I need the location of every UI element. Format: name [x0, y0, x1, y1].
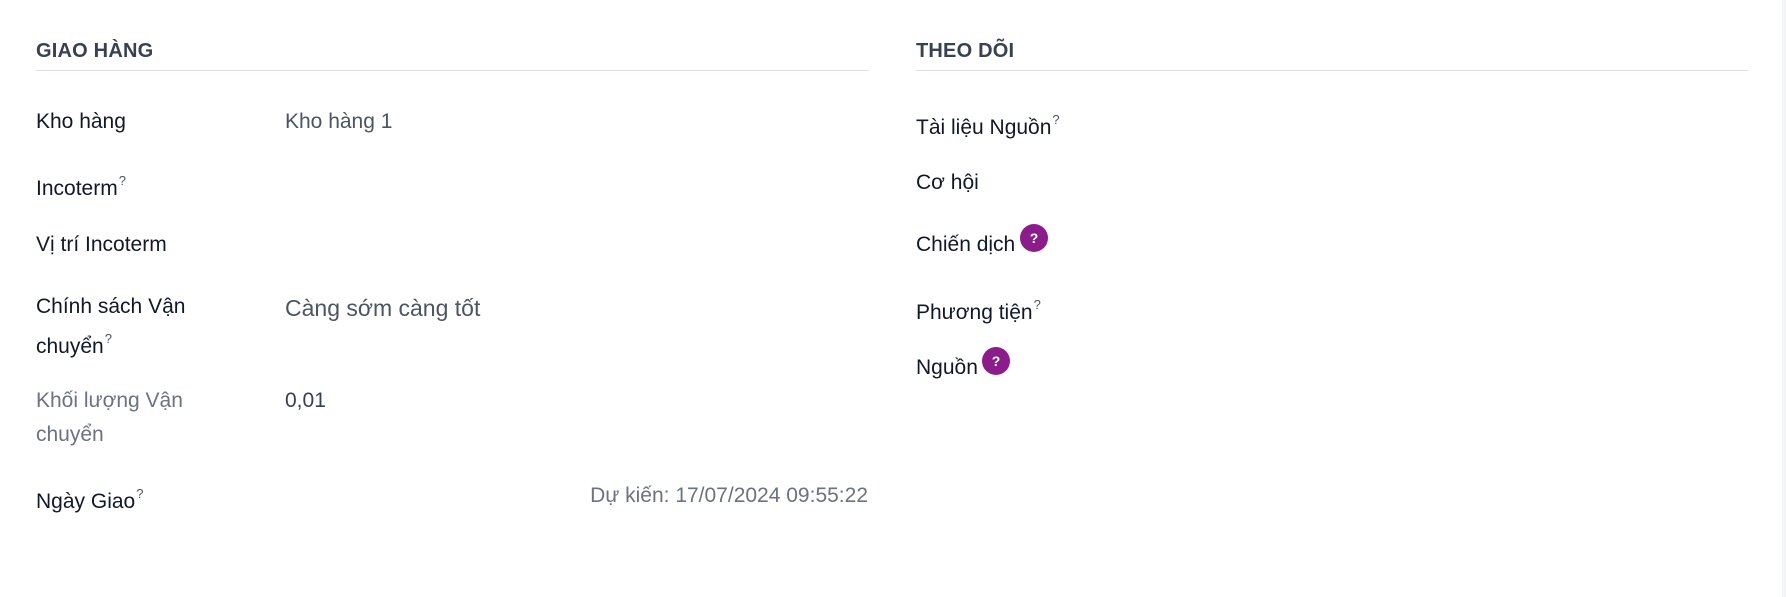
campaign-label: Chiến dịch	[916, 233, 1016, 256]
campaign-field[interactable]	[1165, 228, 1745, 262]
incoterm-location-field[interactable]	[285, 228, 865, 262]
incoterm-location-label: Vị trí Incoterm	[36, 233, 167, 256]
incoterm-help-icon[interactable]: ?	[119, 173, 126, 188]
campaign-help-badge-icon[interactable]: ?	[1020, 224, 1048, 252]
delivery-section-title: GIAO HÀNG	[36, 40, 154, 62]
tracking-section-divider	[916, 70, 1748, 71]
medium-field[interactable]	[1165, 290, 1745, 324]
incoterm-label: Incoterm?	[36, 173, 126, 200]
delivery-date-expected: Dự kiến: 17/07/2024 09:55:22	[590, 484, 868, 507]
source-field[interactable]	[1165, 351, 1745, 385]
shipping-weight-value: 0,01	[285, 389, 326, 412]
warehouse-field[interactable]: Kho hàng 1	[285, 105, 392, 139]
shipping-policy-help-icon[interactable]: ?	[105, 331, 112, 346]
shipping-weight-label-line2: chuyển	[36, 423, 104, 446]
delivery-date-label: Ngày Giao?	[36, 486, 144, 513]
shipping-policy-label: Chính sách Vận chuyển?	[36, 290, 185, 364]
source-document-help-icon[interactable]: ?	[1052, 112, 1059, 127]
source-label: Nguồn	[916, 356, 978, 379]
delivery-date-help-icon[interactable]: ?	[136, 486, 143, 501]
medium-label: Phương tiện?	[916, 297, 1041, 324]
tracking-section-title: THEO DÕI	[916, 40, 1015, 62]
opportunity-field[interactable]	[1165, 166, 1745, 200]
incoterm-field[interactable]	[285, 166, 865, 200]
shipping-policy-label-line1: Chính sách Vận	[36, 295, 186, 318]
shipping-weight-label-line1: Khối lượng Vận	[36, 389, 183, 412]
opportunity-label: Cơ hội	[916, 171, 979, 194]
source-document-field[interactable]	[1165, 105, 1745, 139]
shipping-policy-label-line2: chuyển	[36, 335, 104, 358]
warehouse-label: Kho hàng	[36, 110, 126, 133]
medium-help-icon[interactable]: ?	[1034, 297, 1041, 312]
shipping-weight-label: Khối lượng Vận chuyển	[36, 384, 183, 452]
source-help-badge-icon[interactable]: ?	[982, 347, 1010, 375]
delivery-section-divider	[36, 70, 869, 71]
source-document-label: Tài liệu Nguồn?	[916, 112, 1060, 139]
page-scrollbar[interactable]	[1782, 0, 1786, 597]
shipping-policy-select[interactable]: Càng sớm càng tốt	[285, 291, 480, 325]
